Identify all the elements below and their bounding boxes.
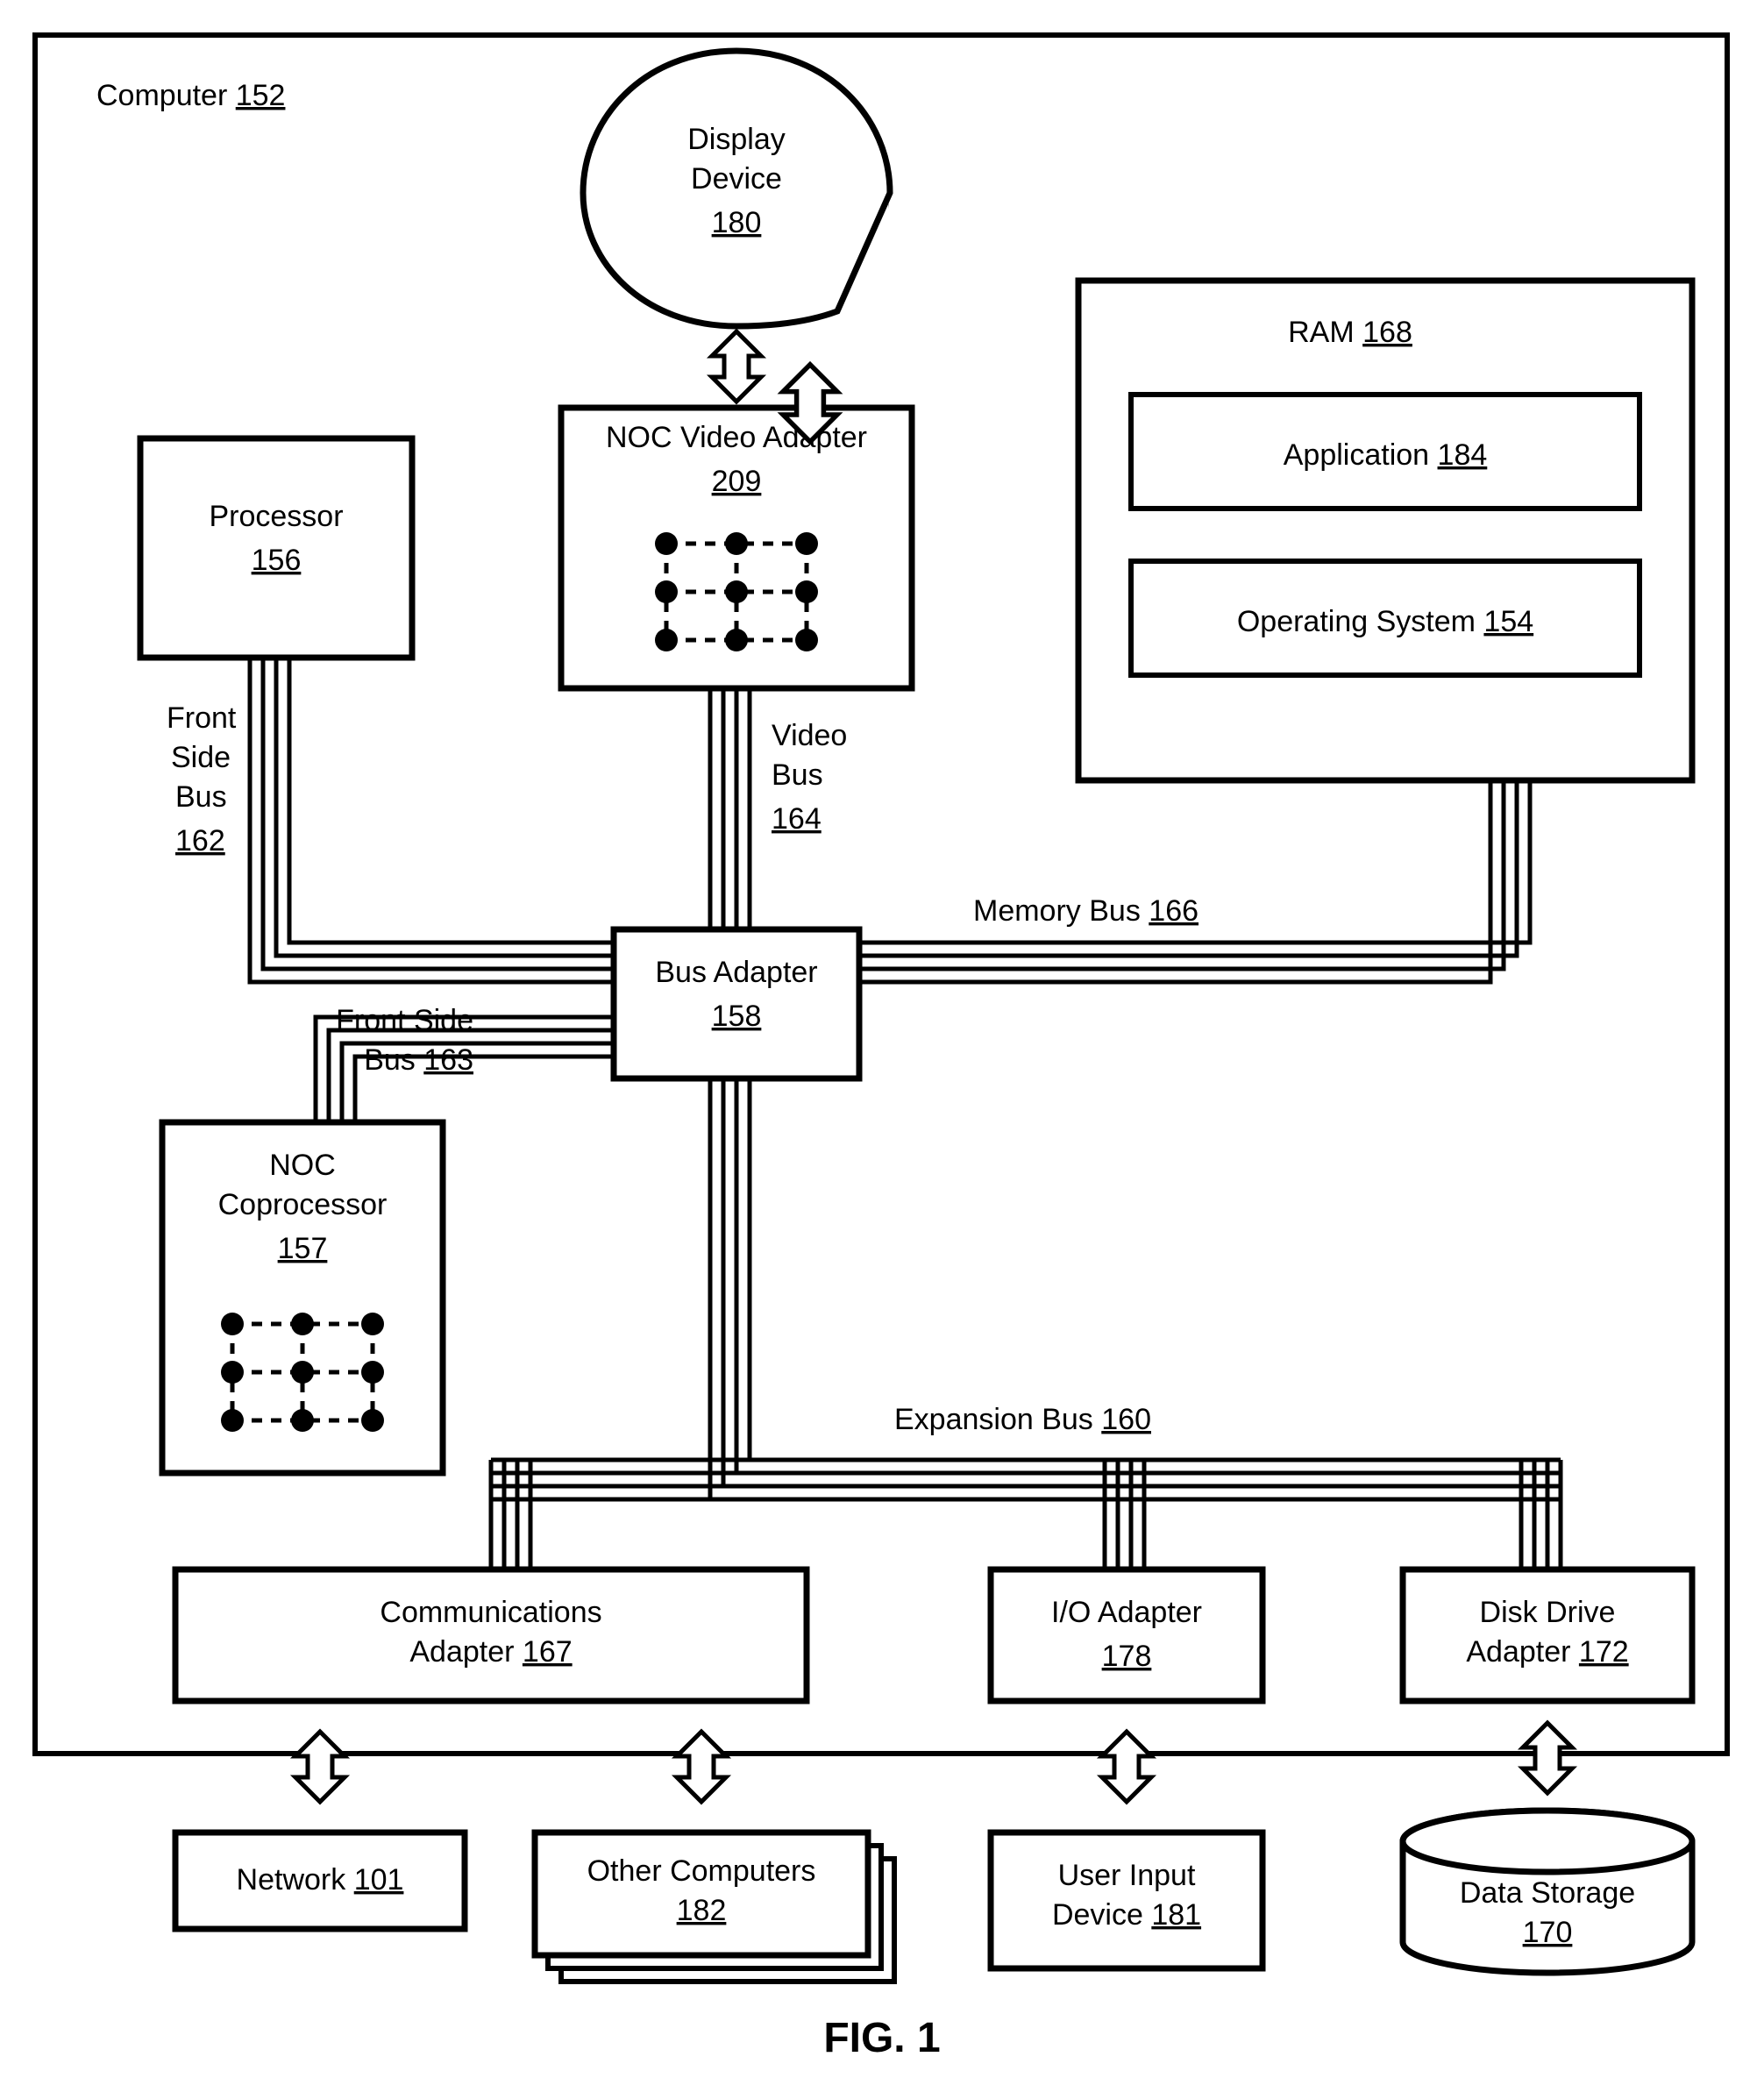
display-label1: Display	[687, 123, 785, 156]
application-label: Application	[1284, 438, 1429, 472]
videobus-l1: Video	[772, 719, 847, 752]
data-storage-label: Data Storage	[1460, 1876, 1635, 1910]
display-ref: 180	[712, 206, 762, 239]
membus-label: Memory Bus 166	[973, 894, 1199, 928]
expbus-label: Expansion Bus 160	[894, 1403, 1151, 1436]
svg-text:Adapter 167: Adapter 167	[409, 1635, 572, 1669]
io-adapter-box	[991, 1569, 1263, 1701]
io-adapter-label: I/O Adapter	[1051, 1596, 1202, 1629]
fsb1-ref: 162	[175, 824, 225, 858]
data-storage-ref: 170	[1523, 1916, 1573, 1949]
svg-text:Operating System 154: Operating System 154	[1237, 605, 1533, 638]
figure-label: FIG. 1	[823, 2015, 940, 2061]
svg-text:RAM 168: RAM 168	[1288, 316, 1412, 349]
noc-cop-l1: NOC	[269, 1149, 336, 1182]
computer-label: Computer 152	[96, 79, 285, 112]
comm-adapter-l1: Communications	[380, 1596, 601, 1629]
svg-text:Device 181: Device 181	[1052, 1898, 1201, 1932]
comm-adapter-ref: 167	[523, 1635, 573, 1669]
comm-adapter-l2: Adapter	[409, 1635, 514, 1669]
fsb2-label: Front Side	[336, 1004, 473, 1037]
videobus-ref: 164	[772, 802, 822, 836]
noc-video-adapter-ref: 209	[712, 465, 762, 498]
os-ref: 154	[1483, 605, 1533, 638]
fsb1-l1: Front	[167, 701, 237, 735]
user-input-l1: User Input	[1058, 1859, 1196, 1892]
network-ref: 101	[354, 1863, 404, 1897]
ram-label: RAM	[1288, 316, 1355, 349]
svg-text:Adapter 172: Adapter 172	[1466, 1635, 1628, 1669]
videobus-l2: Bus	[772, 758, 823, 792]
svg-text:Application 184: Application 184	[1284, 438, 1488, 472]
display-label2: Device	[691, 162, 782, 196]
noc-cop-ref: 157	[278, 1232, 328, 1265]
ram-box	[1078, 281, 1692, 780]
disk-adapter-ref: 172	[1579, 1635, 1629, 1669]
bus-adapter-ref: 158	[712, 1000, 762, 1033]
architecture-diagram: Computer 152 Display Device 180 NOC Vide…	[0, 0, 1764, 2078]
fsb1-l3: Bus	[175, 780, 227, 814]
svg-text:Network 101: Network 101	[237, 1863, 404, 1897]
processor-label: Processor	[209, 500, 343, 533]
disk-adapter-l2: Adapter	[1466, 1635, 1570, 1669]
ram-ref: 168	[1362, 316, 1412, 349]
processor-ref: 156	[252, 544, 302, 577]
fsb2-ref: 163	[423, 1043, 473, 1077]
user-input-l2: Device	[1052, 1898, 1143, 1932]
disk-adapter-l1: Disk Drive	[1480, 1596, 1616, 1629]
network-label: Network	[237, 1863, 347, 1897]
svg-text:Bus 163: Bus 163	[364, 1043, 473, 1077]
os-label: Operating System	[1237, 605, 1476, 638]
other-computers-ref: 182	[677, 1894, 727, 1927]
bus-adapter-label: Bus Adapter	[655, 956, 817, 989]
application-ref: 184	[1438, 438, 1488, 472]
fsb1-l2: Side	[171, 741, 231, 774]
io-adapter-ref: 178	[1102, 1640, 1152, 1673]
user-input-ref: 181	[1151, 1898, 1201, 1932]
other-computers-label: Other Computers	[587, 1854, 816, 1888]
noc-cop-l2: Coprocessor	[218, 1188, 388, 1221]
fsb2-l2: Bus	[364, 1043, 416, 1077]
